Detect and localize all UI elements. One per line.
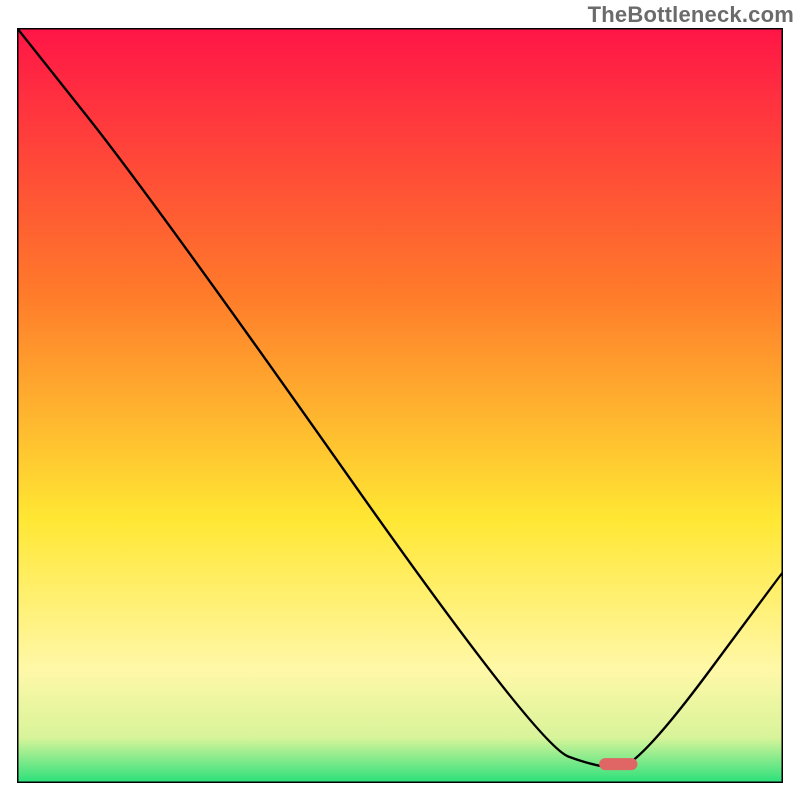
gradient-background: [17, 28, 783, 783]
chart-svg: [17, 28, 783, 783]
plot-area: [17, 28, 783, 783]
chart-container: TheBottleneck.com: [0, 0, 800, 800]
optimal-range-marker: [599, 758, 637, 770]
watermark-text: TheBottleneck.com: [588, 2, 794, 28]
